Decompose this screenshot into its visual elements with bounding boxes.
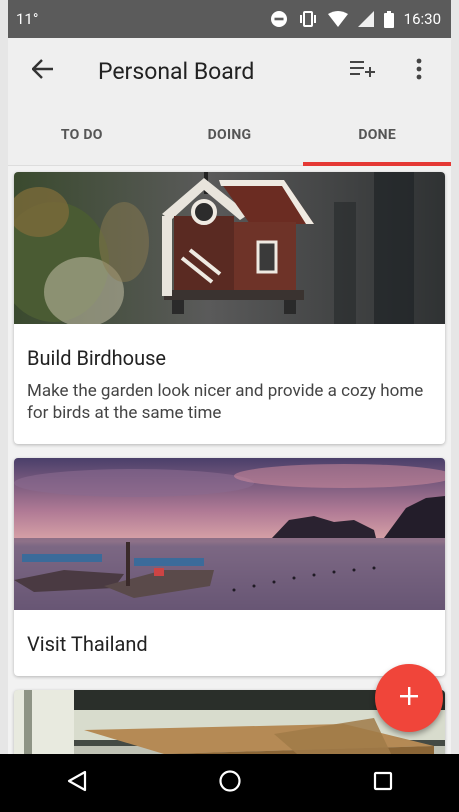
nav-recents-button[interactable] <box>353 754 413 812</box>
back-arrow-icon <box>31 59 54 83</box>
home-circle-icon <box>218 769 242 797</box>
card-visit-thailand[interactable]: Visit Thailand <box>14 458 445 676</box>
tab-todo[interactable]: TO DO <box>8 104 156 165</box>
thailand-boats-photo <box>14 458 445 610</box>
plus-icon <box>398 685 420 711</box>
temperature-text: 11° <box>16 10 39 28</box>
nav-home-button[interactable] <box>200 754 260 812</box>
battery-icon <box>383 10 394 28</box>
signal-icon <box>357 11 374 27</box>
back-button[interactable] <box>8 38 78 104</box>
app-bar: Personal Board <box>8 38 451 104</box>
app-bar-actions <box>349 57 451 85</box>
tab-doing[interactable]: DOING <box>156 104 304 165</box>
frame-right <box>451 0 459 812</box>
card-description: Make the garden look nicer and provide a… <box>27 381 424 423</box>
add-list-button[interactable] <box>349 57 377 85</box>
vibrate-icon <box>298 10 318 28</box>
more-options-button[interactable] <box>405 57 433 85</box>
system-nav-bar <box>0 754 459 812</box>
card-title: Build Birdhouse <box>27 346 167 370</box>
tab-bar: TO DO DOING DONE <box>8 104 451 166</box>
do-not-disturb-icon <box>270 10 288 28</box>
recents-square-icon <box>373 771 393 795</box>
clock-text: 16:30 <box>403 10 441 28</box>
card-title: Visit Thailand <box>27 632 148 656</box>
birdhouse-photo <box>14 172 445 324</box>
nav-back-button[interactable] <box>47 754 107 812</box>
status-icons: 16:30 <box>270 10 441 28</box>
more-vert-icon <box>416 58 422 84</box>
card-build-birdhouse[interactable]: Build Birdhouse Make the garden look nic… <box>14 172 445 444</box>
tab-done[interactable]: DONE <box>303 104 451 166</box>
page-title: Personal Board <box>98 57 255 85</box>
wifi-icon <box>327 11 348 27</box>
frame-left <box>0 0 8 812</box>
status-bar: 11° 16:30 <box>8 0 451 38</box>
back-triangle-icon <box>66 770 88 796</box>
add-card-button[interactable] <box>375 664 443 732</box>
playlist-add-icon <box>350 60 376 82</box>
card-list[interactable]: Build Birdhouse Make the garden look nic… <box>8 166 451 754</box>
